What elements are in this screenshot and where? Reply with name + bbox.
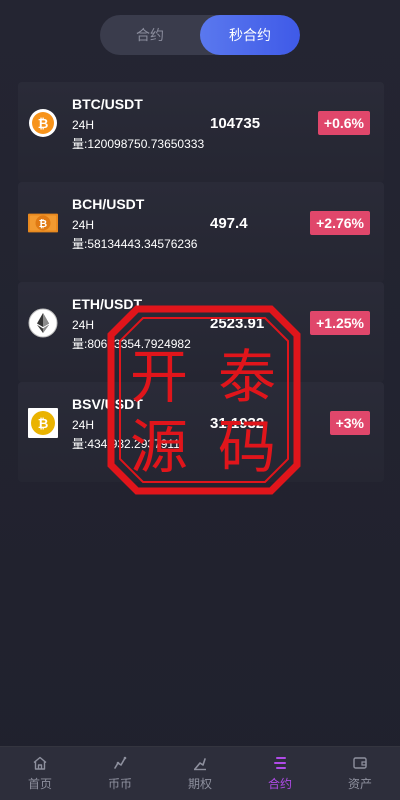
change-badge: +1.25% (310, 311, 370, 335)
period-label: 24H (72, 418, 95, 432)
change-badge: +2.76% (310, 211, 370, 235)
svg-text:₿: ₿ (39, 218, 47, 230)
bottom-tab-bar: 首页 币币 期权 合约 资产 (0, 746, 400, 800)
pair-name: BSV/USDT (72, 396, 143, 412)
price-value: 31.1932 (210, 415, 265, 432)
tab-label: 首页 (27, 777, 52, 791)
screen: 合约 秒合约 ₿ BTC/USDT 24H 量:120098750.736503… (0, 0, 400, 800)
contract-icon (274, 757, 286, 769)
market-row-bch[interactable]: ₿ BCH/USDT 24H 量:58134443.34576236 497.4… (18, 182, 384, 282)
tab-home[interactable]: 首页 (0, 747, 80, 800)
options-icon (194, 758, 206, 771)
pair-name: ETH/USDT (72, 296, 142, 312)
tab-assets[interactable]: 资产 (320, 747, 400, 800)
tab-label: 资产 (347, 777, 372, 791)
tab-options[interactable]: 期权 (160, 747, 240, 800)
volume-label: 量:58134443.34576236 (72, 237, 198, 251)
pair-name: BCH/USDT (72, 196, 145, 212)
market-list: ₿ BTC/USDT 24H 量:120098750.73650333 1047… (18, 82, 384, 482)
period-label: 24H (72, 218, 95, 232)
contract-type-toggle: 合约 秒合约 (100, 15, 300, 55)
volume-label: 量:434 932.2937911 (72, 437, 180, 451)
bitcoin-icon: ₿ (28, 108, 58, 138)
volume-label: 量:120098750.73650333 (72, 137, 205, 151)
wallet-icon (353, 757, 367, 769)
bitcoin-cash-icon: ₿ (28, 208, 58, 238)
market-row-bsv[interactable]: ₿ BSV/USDT 24H 量:434 932.2937911 31.1932… (18, 382, 384, 482)
svg-text:₿: ₿ (38, 116, 49, 131)
bitcoin-sv-icon: ₿ (28, 408, 58, 438)
price-value: 104735 (210, 115, 261, 132)
volume-label: 量:80673354.7924982 (72, 337, 191, 351)
tab-label: 币币 (107, 777, 132, 791)
pair-name: BTC/USDT (72, 96, 143, 112)
tab-spot[interactable]: 币币 (80, 747, 160, 800)
trade-icon (114, 756, 127, 769)
period-label: 24H (72, 318, 95, 332)
tab-contract[interactable]: 合约 (100, 15, 200, 55)
svg-text:₿: ₿ (38, 416, 49, 431)
ethereum-icon (28, 308, 58, 338)
change-badge: +0.6% (317, 111, 370, 135)
change-badge: +3% (329, 411, 370, 435)
tab-label: 合约 (267, 777, 292, 791)
price-value: 2523.91 (210, 315, 265, 332)
market-row-btc[interactable]: ₿ BTC/USDT 24H 量:120098750.73650333 1047… (18, 82, 384, 182)
tab-contract-nav[interactable]: 合约 (240, 747, 320, 800)
home-icon (33, 756, 47, 770)
market-row-eth[interactable]: ETH/USDT 24H 量:80673354.7924982 2523.91 … (18, 282, 384, 382)
price-value: 497.4 (210, 215, 248, 232)
tab-label: 期权 (187, 777, 212, 791)
period-label: 24H (72, 118, 95, 132)
tab-second-contract[interactable]: 秒合约 (200, 15, 300, 55)
